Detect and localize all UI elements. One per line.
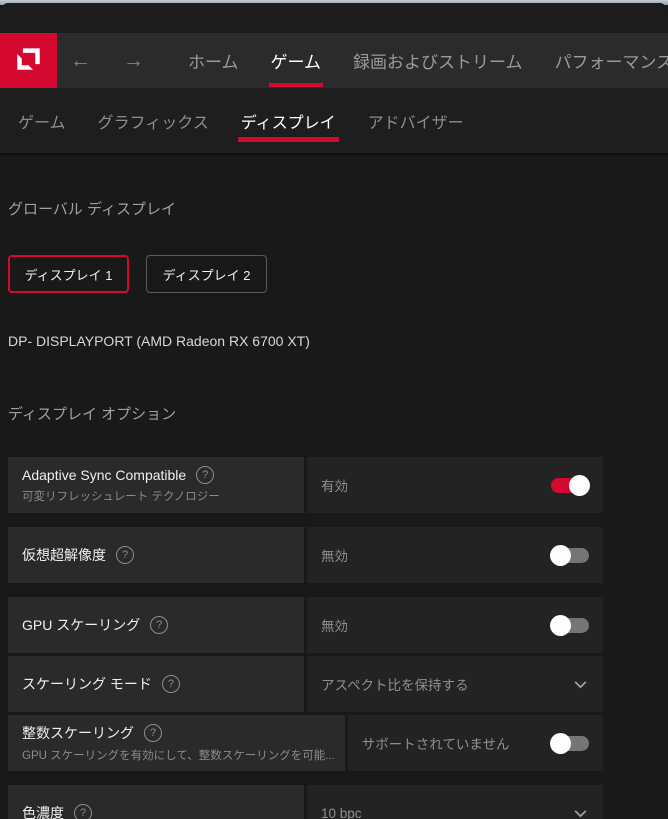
amd-logo-button[interactable]	[0, 33, 57, 88]
scaling-mode-dropdown[interactable]: アスペクト比を保持する	[307, 656, 603, 712]
tab-gaming[interactable]: ゲーム	[255, 33, 338, 88]
chevron-down-icon	[572, 805, 589, 819]
setting-sublabel: GPU スケーリングを有効にして、整数スケーリングを可能...	[22, 750, 335, 762]
display-2-button[interactable]: ディスプレイ 2	[146, 255, 267, 293]
sub-navbar: ゲーム グラフィックス ディスプレイ アドバイザー	[0, 88, 668, 155]
display-selector: ディスプレイ 1 ディスプレイ 2	[8, 255, 668, 293]
setting-row-adaptive-sync: Adaptive Sync Compatible ? 可変リフレッシュレート テ…	[8, 457, 603, 513]
setting-label: 色濃度	[22, 805, 64, 819]
display-connection-info: DP- DISPLAYPORT (AMD Radeon RX 6700 XT)	[8, 333, 310, 349]
display-options-list: Adaptive Sync Compatible ? 可変リフレッシュレート テ…	[8, 457, 603, 819]
adaptive-sync-toggle[interactable]	[551, 474, 590, 496]
toggle-knob	[550, 614, 571, 636]
setting-value-cell: サポートされていません	[347, 715, 603, 771]
tab-home[interactable]: ホーム	[172, 33, 255, 88]
tab-record-stream[interactable]: 録画およびストリーム	[337, 33, 539, 88]
setting-label-cell: スケーリング モード ?	[8, 656, 304, 712]
setting-label: GPU スケーリング	[22, 617, 141, 633]
chevron-down-icon	[572, 676, 589, 693]
back-arrow-icon[interactable]: ←	[70, 33, 91, 88]
main-navbar: ← → ホーム ゲーム 録画およびストリーム パフォーマンス	[0, 33, 668, 88]
gpu-scaling-toggle[interactable]	[550, 614, 589, 636]
setting-label: Adaptive Sync Compatible	[22, 467, 187, 483]
setting-row-virtual-super-resolution: 仮想超解像度 ? 無効	[8, 527, 603, 583]
toggle-knob	[569, 474, 590, 496]
setting-row-gpu-scaling: GPU スケーリング ? 無効	[8, 597, 603, 653]
setting-value-cell: 無効	[307, 527, 603, 583]
help-icon[interactable]: ?	[116, 546, 134, 564]
setting-value-cell: 有効	[307, 457, 603, 513]
help-icon[interactable]: ?	[74, 804, 92, 819]
setting-sublabel: 可変リフレッシュレート テクノロジー	[22, 491, 220, 503]
setting-row-integer-scaling: 整数スケーリング ? GPU スケーリングを有効にして、整数スケーリングを可能.…	[8, 715, 603, 771]
tab-performance[interactable]: パフォーマンス	[539, 33, 668, 88]
forward-arrow-icon[interactable]: →	[123, 33, 144, 88]
setting-value: 10 bpc	[321, 805, 362, 819]
subtab-games[interactable]: ゲーム	[2, 88, 82, 153]
subtab-advisor[interactable]: アドバイザー	[352, 88, 480, 153]
setting-label: 整数スケーリング	[22, 725, 134, 741]
help-icon[interactable]: ?	[161, 675, 180, 693]
subtab-display[interactable]: ディスプレイ	[225, 88, 352, 153]
toggle-knob	[550, 732, 571, 754]
amd-logo-icon	[15, 45, 42, 77]
display-1-button[interactable]: ディスプレイ 1	[8, 255, 129, 293]
setting-label-cell: Adaptive Sync Compatible ? 可変リフレッシュレート テ…	[8, 457, 304, 513]
help-icon[interactable]: ?	[144, 724, 162, 742]
setting-label-cell: 整数スケーリング ? GPU スケーリングを有効にして、整数スケーリングを可能.…	[8, 715, 345, 771]
setting-label: スケーリング モード	[22, 676, 152, 692]
display-options-heading: ディスプレイ オプション	[8, 406, 177, 423]
main-nav-tabs: ホーム ゲーム 録画およびストリーム パフォーマンス	[172, 33, 668, 88]
help-icon[interactable]: ?	[196, 466, 215, 484]
global-display-heading: グローバル ディスプレイ	[8, 201, 176, 218]
setting-value-cell: 無効	[307, 597, 603, 653]
setting-value: 無効	[321, 619, 348, 634]
setting-value: 有効	[321, 479, 348, 494]
radeon-software-window: ← → ホーム ゲーム 録画およびストリーム パフォーマンス ゲーム グラフィッ…	[0, 3, 668, 819]
subtab-graphics[interactable]: グラフィックス	[82, 88, 225, 153]
setting-label: 仮想超解像度	[22, 547, 106, 563]
setting-label-cell: 色濃度 ?	[8, 785, 304, 819]
help-icon[interactable]: ?	[150, 616, 169, 634]
color-depth-dropdown[interactable]: 10 bpc	[307, 785, 603, 819]
toggle-knob	[550, 544, 571, 566]
setting-row-color-depth: 色濃度 ? 10 bpc	[8, 785, 603, 819]
display-settings-page: グローバル ディスプレイ ディスプレイ 1 ディスプレイ 2 DP- DISPL…	[0, 155, 668, 819]
setting-value: サポートされていません	[361, 737, 510, 752]
integer-scaling-toggle[interactable]	[550, 732, 589, 754]
setting-label-cell: 仮想超解像度 ?	[8, 527, 304, 583]
setting-value: アスペクト比を保持する	[321, 678, 469, 693]
window-titlebar	[0, 3, 668, 33]
virtual-super-resolution-toggle[interactable]	[550, 544, 589, 566]
setting-value: 無効	[321, 549, 348, 564]
setting-row-scaling-mode: スケーリング モード ? アスペクト比を保持する	[8, 656, 603, 712]
setting-label-cell: GPU スケーリング ?	[8, 597, 304, 653]
